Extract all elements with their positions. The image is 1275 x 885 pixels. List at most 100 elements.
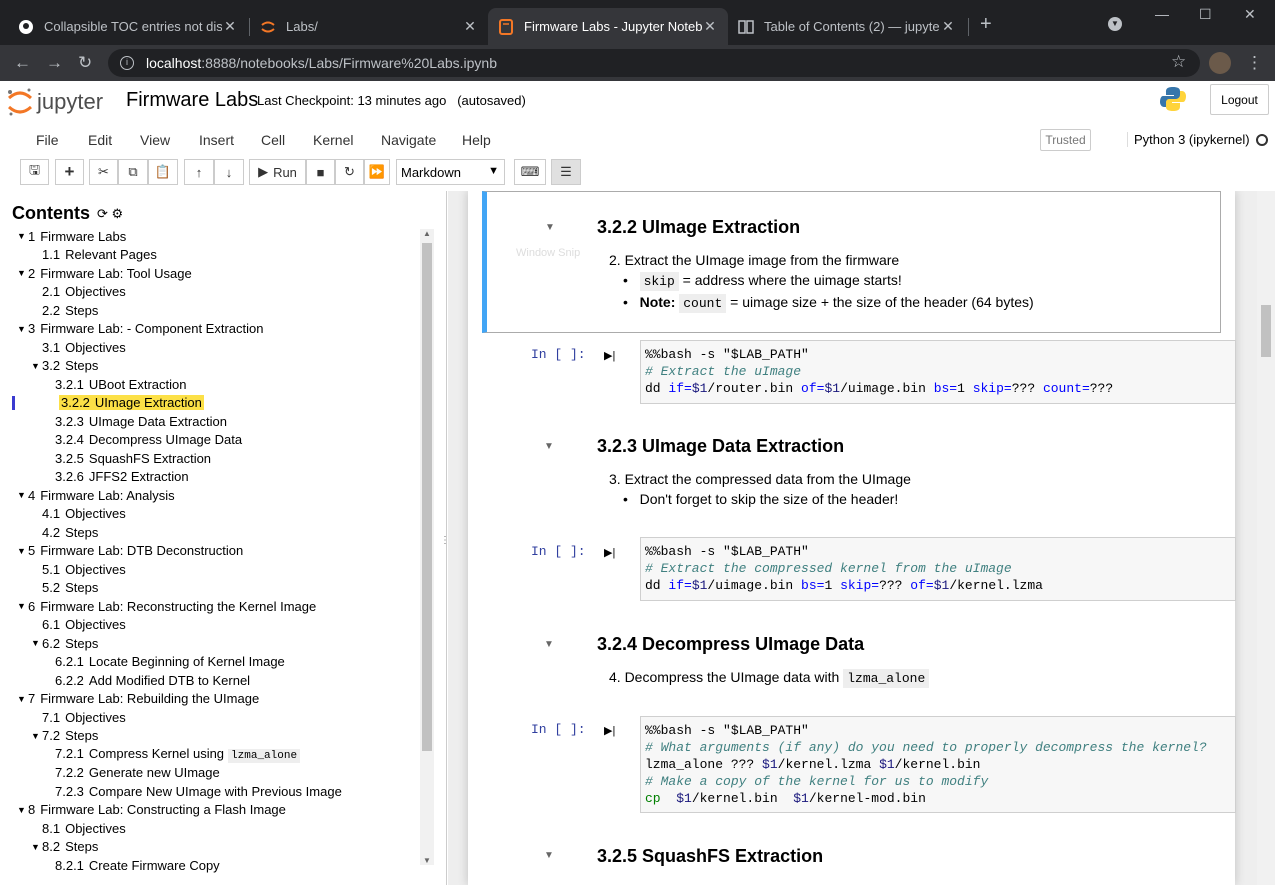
toc-item[interactable]: 7.1 Objectives (0, 708, 420, 727)
toc-item[interactable]: 4.2 Steps (0, 523, 420, 542)
toc-item[interactable]: 5.1 Objectives (0, 560, 420, 579)
menu-view[interactable]: View (140, 132, 170, 148)
browser-menu-icon[interactable]: ⋮ (1246, 54, 1263, 72)
collapse-toggle-icon[interactable]: ▼ (544, 850, 554, 861)
insert-cell-button[interactable]: + (55, 159, 84, 185)
scroll-down-icon[interactable]: ▼ (423, 856, 431, 865)
forward-icon[interactable]: → (46, 54, 63, 72)
run-button[interactable]: ▶ Run (249, 159, 306, 185)
notebook-scrollbar[interactable] (1257, 191, 1275, 885)
toc-item[interactable]: ▼ 1 Firmware Labs (0, 227, 420, 246)
toc-item[interactable]: ▼ 6.2 Steps (0, 634, 420, 653)
toc-item[interactable]: 3.2.5 SquashFS Extraction (0, 449, 420, 468)
toc-item[interactable]: ▼ 8.2 Steps (0, 838, 420, 857)
collapse-toggle-icon[interactable]: ▼ (17, 268, 26, 278)
close-icon[interactable]: ✕ (462, 18, 478, 35)
collapse-toggle-icon[interactable]: ▼ (544, 639, 554, 650)
toc-item[interactable]: 7.2.2 Generate new UImage (0, 764, 420, 783)
collapse-toggle-icon[interactable]: ▼ (17, 231, 26, 241)
code-cell-2[interactable]: %%bash -s "$LAB_PATH" # Extract the comp… (640, 537, 1236, 601)
collapse-toggle-icon[interactable]: ▼ (17, 490, 26, 500)
address-bar[interactable]: i localhost:8888/notebooks/Labs/Firmware… (108, 49, 1200, 77)
logout-button[interactable]: Logout (1210, 84, 1269, 115)
toc-item[interactable]: 8.2.1 Create Firmware Copy (0, 856, 420, 875)
toc-item[interactable]: 3.2.6 JFFS2 Extraction (0, 468, 420, 487)
save-button[interactable]: 🖫 (20, 159, 49, 185)
markdown-cell-3-2-2[interactable]: ▼ 3.2.2 UImage Extraction 2. Extract the… (482, 191, 1221, 333)
menu-kernel[interactable]: Kernel (313, 132, 353, 148)
toc-item[interactable]: ▼ 6 Firmware Lab: Reconstructing the Kerne… (0, 597, 420, 616)
collapse-toggle-icon[interactable]: ▼ (545, 222, 555, 233)
toc-item[interactable]: 6.1 Objectives (0, 616, 420, 635)
close-icon[interactable]: ✕ (940, 18, 956, 35)
toc-scrollbar-thumb[interactable] (422, 243, 432, 751)
cut-button[interactable]: ✂ (89, 159, 118, 185)
collapse-toggle-icon[interactable]: ▼ (544, 441, 554, 452)
browser-tab-toc-docs[interactable]: Table of Contents (2) — jupyter_c ✕ (728, 8, 966, 45)
toc-item[interactable]: ▼ 5 Firmware Lab: DTB Deconstruction (0, 542, 420, 561)
collapse-toggle-icon[interactable]: ▼ (17, 324, 26, 334)
menu-file[interactable]: File (36, 132, 59, 148)
reload-icon[interactable]: ↻ (78, 54, 92, 72)
toc-item[interactable]: 3.2.2 UImage Extraction (0, 394, 420, 413)
command-palette-button[interactable]: ⌨ (514, 159, 546, 185)
interrupt-button[interactable]: ■ (306, 159, 335, 185)
toc-item[interactable]: ▼ 8 Firmware Lab: Constructing a Flash Ima… (0, 801, 420, 820)
info-icon[interactable]: i (120, 56, 134, 70)
minimize-icon[interactable]: — (1155, 6, 1169, 22)
code-cell-3[interactable]: %%bash -s "$LAB_PATH" # What arguments (… (640, 716, 1236, 813)
run-cell-icon[interactable]: ▶| (604, 546, 615, 559)
code-cell-1[interactable]: %%bash -s "$LAB_PATH" # Extract the uIma… (640, 340, 1236, 404)
toc-item[interactable]: 2.2 Steps (0, 301, 420, 320)
menu-cell[interactable]: Cell (261, 132, 285, 148)
collapse-toggle-icon[interactable]: ▼ (17, 805, 26, 815)
notebook-scrollbar-thumb[interactable] (1261, 305, 1271, 357)
toc-item[interactable]: ▼ 2 Firmware Lab: Tool Usage (0, 264, 420, 283)
collapse-toggle-icon[interactable]: ▼ (31, 842, 40, 852)
scroll-up-icon[interactable]: ▲ (423, 229, 431, 238)
move-down-button[interactable]: ↓ (214, 159, 244, 185)
close-icon[interactable]: ✕ (222, 18, 238, 35)
toc-item[interactable]: ▼ 7.2 Steps (0, 727, 420, 746)
move-up-button[interactable]: ↑ (184, 159, 214, 185)
toc-item[interactable]: 8.1 Objectives (0, 819, 420, 838)
toc-item[interactable]: ▼ 3 Firmware Lab: - Component Extraction (0, 320, 420, 339)
maximize-icon[interactable]: ☐ (1199, 6, 1212, 23)
toc-item[interactable]: ▼ 3.2 Steps (0, 357, 420, 376)
toc-scrollbar[interactable]: ▲ ▼ (420, 229, 434, 865)
menu-edit[interactable]: Edit (88, 132, 112, 148)
menu-navigate[interactable]: Navigate (381, 132, 436, 148)
refresh-icon[interactable]: ⟳ (97, 206, 108, 221)
restart-run-all-button[interactable]: ⏩ (364, 159, 390, 185)
jupyter-logo[interactable]: jupyter (6, 87, 103, 117)
collapse-toggle-icon[interactable]: ▼ (31, 638, 40, 648)
toc-item[interactable]: ▼ 4 Firmware Lab: Analysis (0, 486, 420, 505)
back-icon[interactable]: ← (14, 54, 31, 72)
close-icon[interactable]: ✕ (702, 18, 718, 35)
toc-item[interactable]: 6.2.2 Add Modified DTB to Kernel (0, 671, 420, 690)
avatar[interactable] (1209, 52, 1231, 74)
toc-item[interactable]: 4.1 Objectives (0, 505, 420, 524)
collapse-toggle-icon[interactable]: ▼ (31, 731, 40, 741)
notebook-title[interactable]: Firmware Labs (126, 89, 258, 112)
restart-button[interactable]: ↻ (335, 159, 364, 185)
collapse-toggle-icon[interactable]: ▼ (17, 694, 26, 704)
toc-item[interactable]: 5.2 Steps (0, 579, 420, 598)
browser-tab-github[interactable]: Collapsible TOC entries not displ ✕ (8, 8, 248, 45)
toc-toggle-button[interactable]: ☰ (551, 159, 581, 185)
toc-item[interactable]: 7.2.3 Compare New UImage with Previous Im… (0, 782, 420, 801)
run-cell-icon[interactable]: ▶| (604, 724, 615, 737)
toc-item[interactable]: ▼ 7 Firmware Lab: Rebuilding the UImage (0, 690, 420, 709)
browser-tab-firmware-labs[interactable]: Firmware Labs - Jupyter Noteboo ✕ (488, 8, 728, 45)
toc-item[interactable]: 1.1 Relevant Pages (0, 246, 420, 265)
menu-insert[interactable]: Insert (199, 132, 234, 148)
cell-type-select[interactable]: Markdown ▼ (396, 159, 505, 185)
collapse-toggle-icon[interactable]: ▼ (17, 601, 26, 611)
toc-item[interactable]: 7.2.1 Compress Kernel using lzma_alone (0, 745, 420, 764)
run-cell-icon[interactable]: ▶| (604, 349, 615, 362)
window-close-icon[interactable]: ✕ (1244, 6, 1256, 23)
toc-item[interactable]: 3.1 Objectives (0, 338, 420, 357)
new-tab-icon[interactable]: + (980, 14, 992, 34)
collapse-toggle-icon[interactable]: ▼ (31, 361, 40, 371)
menu-help[interactable]: Help (462, 132, 491, 148)
